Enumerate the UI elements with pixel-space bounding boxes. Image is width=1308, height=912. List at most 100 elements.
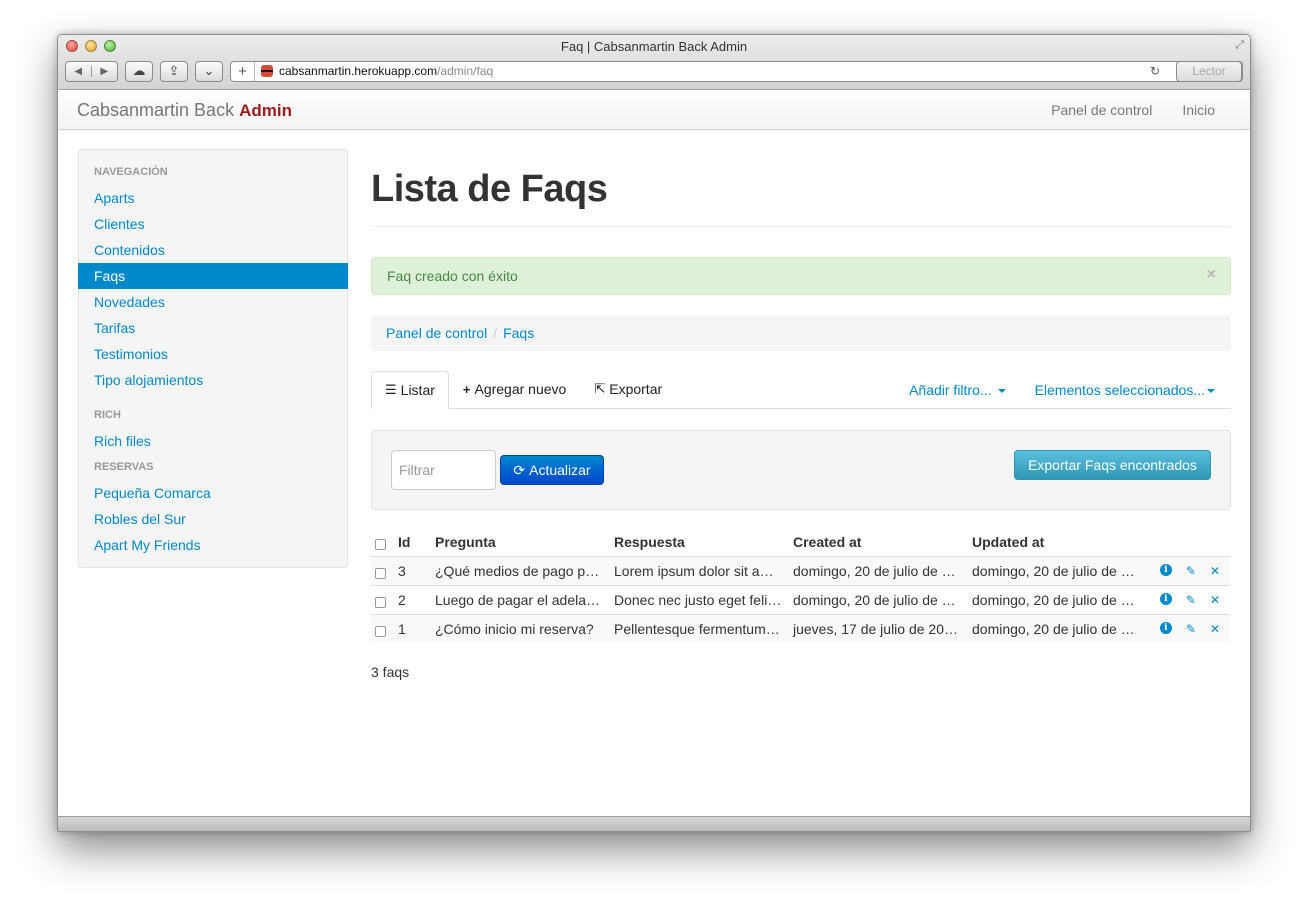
cell-updated-at: domingo, 20 de julio de … (968, 584, 1147, 614)
col-id[interactable]: Id (394, 528, 431, 556)
edit-pencil-icon[interactable]: ✎ (1186, 593, 1196, 607)
add-bookmark-icon[interactable]: + (231, 61, 255, 81)
fullscreen-icon[interactable]: ⤢ (1235, 39, 1244, 52)
cloud-icon: ☁ (132, 63, 146, 78)
export-found-button[interactable]: Exportar Faqs encontrados (1014, 450, 1211, 480)
sidebar-item-robles-del-sur[interactable]: Robles del Sur (79, 506, 347, 532)
forward-icon[interactable]: ▶ (92, 66, 117, 77)
pocket-button[interactable]: ⌄ (195, 60, 223, 82)
row-actions: i ✎ ✕ (1151, 592, 1226, 607)
cell-updated-at: domingo, 20 de julio de … (968, 555, 1147, 585)
brand-accent: Admin (239, 101, 292, 120)
cell-created-at: domingo, 20 de julio de … (789, 555, 968, 585)
delete-icon[interactable]: ✕ (1210, 622, 1220, 636)
info-icon[interactable]: i (1159, 592, 1172, 605)
top-nav-links: Panel de control Inicio (1051, 102, 1215, 118)
filter-input[interactable]: Filtrar (391, 450, 496, 490)
sidebar-item-faqs[interactable]: Faqs (78, 263, 348, 289)
sidebar-item-contenidos[interactable]: Contenidos (79, 237, 347, 263)
col-pregunta[interactable]: Pregunta (431, 528, 610, 556)
sidebar-item-apart-my-friends[interactable]: Apart My Friends (79, 532, 347, 558)
plus-icon: + (462, 381, 471, 397)
tabs-right-menus: Añadir filtro... Elementos seleccionados… (909, 382, 1215, 398)
sidebar-item-clientes[interactable]: Clientes (79, 211, 347, 237)
close-icon[interactable]: × (1207, 266, 1216, 284)
cell-pregunta: ¿Cómo inicio mi reserva? (431, 613, 610, 643)
delete-icon[interactable]: ✕ (1210, 564, 1220, 578)
sidebar-header-reservas: Reservas (94, 461, 154, 473)
select-all-checkbox[interactable] (375, 538, 386, 550)
nav-link-inicio[interactable]: Inicio (1182, 102, 1215, 118)
edit-pencil-icon[interactable]: ✎ (1186, 622, 1196, 636)
info-icon[interactable]: i (1159, 563, 1172, 576)
back-icon[interactable]: ◀ (66, 65, 92, 77)
col-created-at[interactable]: Created at (789, 528, 968, 556)
faqs-table: Id Pregunta Respuesta Created at Updated… (371, 528, 1230, 643)
info-icon[interactable]: i (1159, 621, 1172, 634)
cell-updated-at: domingo, 20 de julio de … (968, 613, 1147, 643)
url-path: /admin/faq (437, 64, 494, 78)
add-filter-dropdown[interactable]: Añadir filtro... (909, 382, 1006, 398)
col-updated-at[interactable]: Updated at (968, 528, 1147, 556)
table-header-row: Id Pregunta Respuesta Created at Updated… (371, 528, 1230, 556)
refresh-button[interactable]: ⟳ Actualizar (500, 455, 604, 485)
url-host: cabsanmartin.herokuapp.com (279, 64, 438, 78)
cell-created-at: domingo, 20 de julio de … (789, 584, 968, 614)
row-checkbox[interactable] (375, 625, 386, 637)
table-row: 3 ¿Qué medios de pago p… Lorem ipsum dol… (371, 555, 1230, 585)
selected-items-label: Elementos seleccionados... (1034, 382, 1205, 398)
address-bar[interactable]: + cabsanmartin.herokuapp.com/admin/faq ↻… (230, 60, 1243, 82)
tab-listar-label: Listar (400, 382, 435, 398)
page-title: Lista de Faqs (371, 168, 608, 210)
reload-icon[interactable]: ↻ (1150, 64, 1160, 78)
tab-exportar[interactable]: ⇱ Exportar (580, 370, 676, 408)
success-alert: Faq creado con éxito × (371, 257, 1231, 295)
cell-respuesta: Lorem ipsum dolor sit a… (610, 555, 789, 585)
sidebar-item-tipo-alojamientos[interactable]: Tipo alojamientos (79, 367, 347, 393)
tab-agregar-nuevo[interactable]: + Agregar nuevo (449, 370, 580, 408)
list-icon: ☰ (385, 382, 397, 397)
reader-button[interactable]: Lector (1176, 60, 1242, 82)
cell-created-at: jueves, 17 de julio de 20… (789, 613, 968, 643)
nav-link-panel-de-control[interactable]: Panel de control (1051, 102, 1152, 118)
filter-panel: Filtrar ⟳ Actualizar Exportar Faqs encon… (371, 430, 1231, 510)
col-respuesta[interactable]: Respuesta (610, 528, 789, 556)
cell-id: 3 (394, 555, 431, 585)
brand-link[interactable]: Cabsanmartin Back Admin (77, 100, 292, 121)
main-content: Lista de Faqs Faq creado con éxito × Pan… (371, 130, 1231, 680)
record-count: 3 faqs (371, 664, 410, 680)
sidebar: Navegación Aparts Clientes Contenidos Fa… (78, 149, 348, 568)
delete-icon[interactable]: ✕ (1210, 593, 1220, 607)
sidebar-item-novedades[interactable]: Novedades (79, 289, 347, 315)
row-checkbox[interactable] (375, 596, 386, 608)
cell-id: 2 (394, 584, 431, 614)
sidebar-item-tarifas[interactable]: Tarifas (79, 315, 347, 341)
breadcrumb-faqs[interactable]: Faqs (503, 325, 534, 341)
top-navbar: Cabsanmartin Back Admin Panel de control… (58, 90, 1250, 130)
brand-main: Cabsanmartin Back (77, 100, 235, 120)
sidebar-item-aparts[interactable]: Aparts (79, 185, 347, 211)
browser-statusbar (58, 816, 1250, 831)
table-row: 1 ¿Cómo inicio mi reserva? Pellentesque … (371, 613, 1230, 643)
sidebar-item-pequena-comarca[interactable]: Pequeña Comarca (79, 480, 347, 506)
refresh-icon: ⟳ (513, 461, 526, 478)
edit-pencil-icon[interactable]: ✎ (1186, 564, 1196, 578)
selected-items-dropdown[interactable]: Elementos seleccionados... (1035, 382, 1215, 398)
sidebar-item-rich-files[interactable]: Rich files (79, 428, 347, 454)
share-button[interactable]: ⇪ (160, 60, 188, 82)
sidebar-header-rich: Rich (94, 409, 121, 421)
icloud-tabs-button[interactable]: ☁ (125, 60, 153, 82)
pocket-icon: ⌄ (203, 63, 215, 78)
add-filter-label: Añadir filtro... (909, 382, 992, 398)
site-favicon-icon (261, 65, 273, 77)
browser-toolbar: ◀ ▶ ☁ ⇪ ⌄ + cabsanmartin.herokuapp.com/a… (65, 60, 1243, 82)
alert-message: Faq creado con éxito (387, 268, 518, 284)
cell-pregunta: ¿Qué medios de pago p… (431, 555, 610, 585)
back-forward-buttons: ◀ ▶ (65, 60, 118, 82)
breadcrumb-panel-de-control[interactable]: Panel de control (386, 325, 487, 341)
cell-respuesta: Donec nec justo eget feli… (610, 584, 789, 614)
sidebar-item-testimonios[interactable]: Testimonios (79, 341, 347, 367)
tab-listar[interactable]: ☰ Listar (371, 371, 449, 409)
row-checkbox[interactable] (375, 567, 386, 579)
caret-down-icon (1207, 389, 1215, 394)
